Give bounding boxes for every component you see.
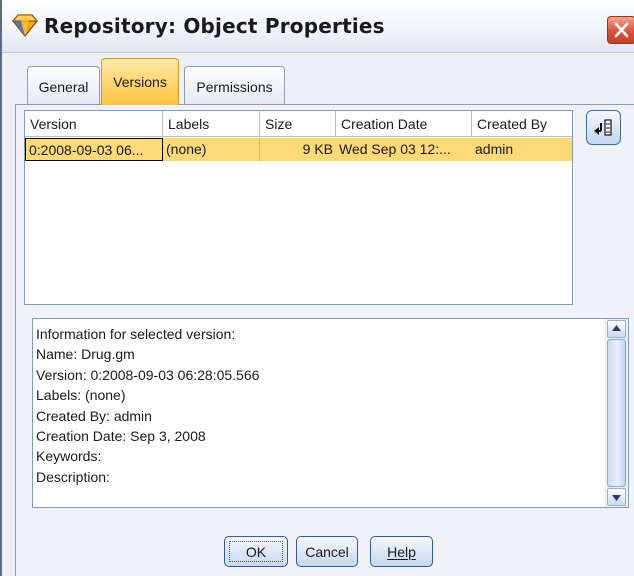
scroll-up-button[interactable] xyxy=(607,320,626,338)
tab-permissions-label: Permissions xyxy=(196,79,273,95)
info-line-header: Information for selected version: xyxy=(36,326,236,342)
scroll-thumb[interactable] xyxy=(607,339,626,487)
column-header-version[interactable]: Version xyxy=(25,111,163,137)
object-properties-dialog: Repository: Object Properties General Ve… xyxy=(0,0,634,576)
ok-button[interactable]: OK xyxy=(224,536,288,567)
cell-creation-date[interactable]: Wed Sep 03 12:... xyxy=(336,138,472,161)
table-header: Version Labels Size Creation Date Create… xyxy=(25,111,572,138)
table-row[interactable]: 0:2008-09-03 06... (none) 9 KB Wed Sep 0… xyxy=(25,138,572,161)
window-title: Repository: Object Properties xyxy=(44,14,385,38)
tab-versions-label: Versions xyxy=(113,74,167,90)
focus-ring xyxy=(229,541,283,562)
tab-general[interactable]: General xyxy=(27,66,100,104)
tab-general-label: General xyxy=(38,79,89,95)
info-line-keywords: Keywords: xyxy=(36,448,102,465)
help-button[interactable]: Help xyxy=(370,536,433,567)
cancel-button[interactable]: Cancel xyxy=(296,536,358,567)
column-chooser-button[interactable] xyxy=(586,110,621,145)
scroll-down-button[interactable] xyxy=(607,488,626,506)
tab-permissions[interactable]: Permissions xyxy=(184,66,285,104)
column-header-created-by[interactable]: Created By xyxy=(472,111,572,137)
column-header-creation-date[interactable]: Creation Date xyxy=(336,111,472,137)
version-info-text: Information for selected version: Name: … xyxy=(36,324,259,487)
title-bar[interactable]: Repository: Object Properties xyxy=(2,0,634,53)
cell-size[interactable]: 9 KB xyxy=(260,138,336,161)
info-line-version: Version: 0:2008-09-03 06:28:05.566 xyxy=(36,366,260,383)
cell-labels[interactable]: (none) xyxy=(163,138,260,161)
version-info-box[interactable]: Information for selected version: Name: … xyxy=(32,318,629,508)
info-line-name: Name: Drug.gm xyxy=(36,346,135,363)
vertical-scrollbar[interactable] xyxy=(605,319,628,507)
cancel-button-label: Cancel xyxy=(305,544,349,560)
info-line-description: Description: xyxy=(36,468,110,485)
versions-table[interactable]: Version Labels Size Creation Date Create… xyxy=(24,110,573,305)
close-button[interactable] xyxy=(607,16,634,44)
arrow-down-icon xyxy=(612,495,621,501)
cell-version[interactable]: 0:2008-09-03 06... xyxy=(25,138,163,161)
help-button-label: Help xyxy=(387,544,416,560)
info-line-creation-date: Creation Date: Sep 3, 2008 xyxy=(36,428,206,445)
info-line-created-by: Created By: admin xyxy=(36,407,152,424)
tab-versions[interactable]: Versions xyxy=(101,58,179,105)
column-header-labels[interactable]: Labels xyxy=(163,111,260,137)
arrow-up-icon xyxy=(612,325,621,331)
diamond-icon xyxy=(11,12,39,38)
column-header-size[interactable]: Size xyxy=(260,111,336,137)
cell-created-by[interactable]: admin xyxy=(472,138,572,161)
info-line-labels: Labels: (none) xyxy=(36,387,126,404)
close-icon xyxy=(608,22,634,47)
